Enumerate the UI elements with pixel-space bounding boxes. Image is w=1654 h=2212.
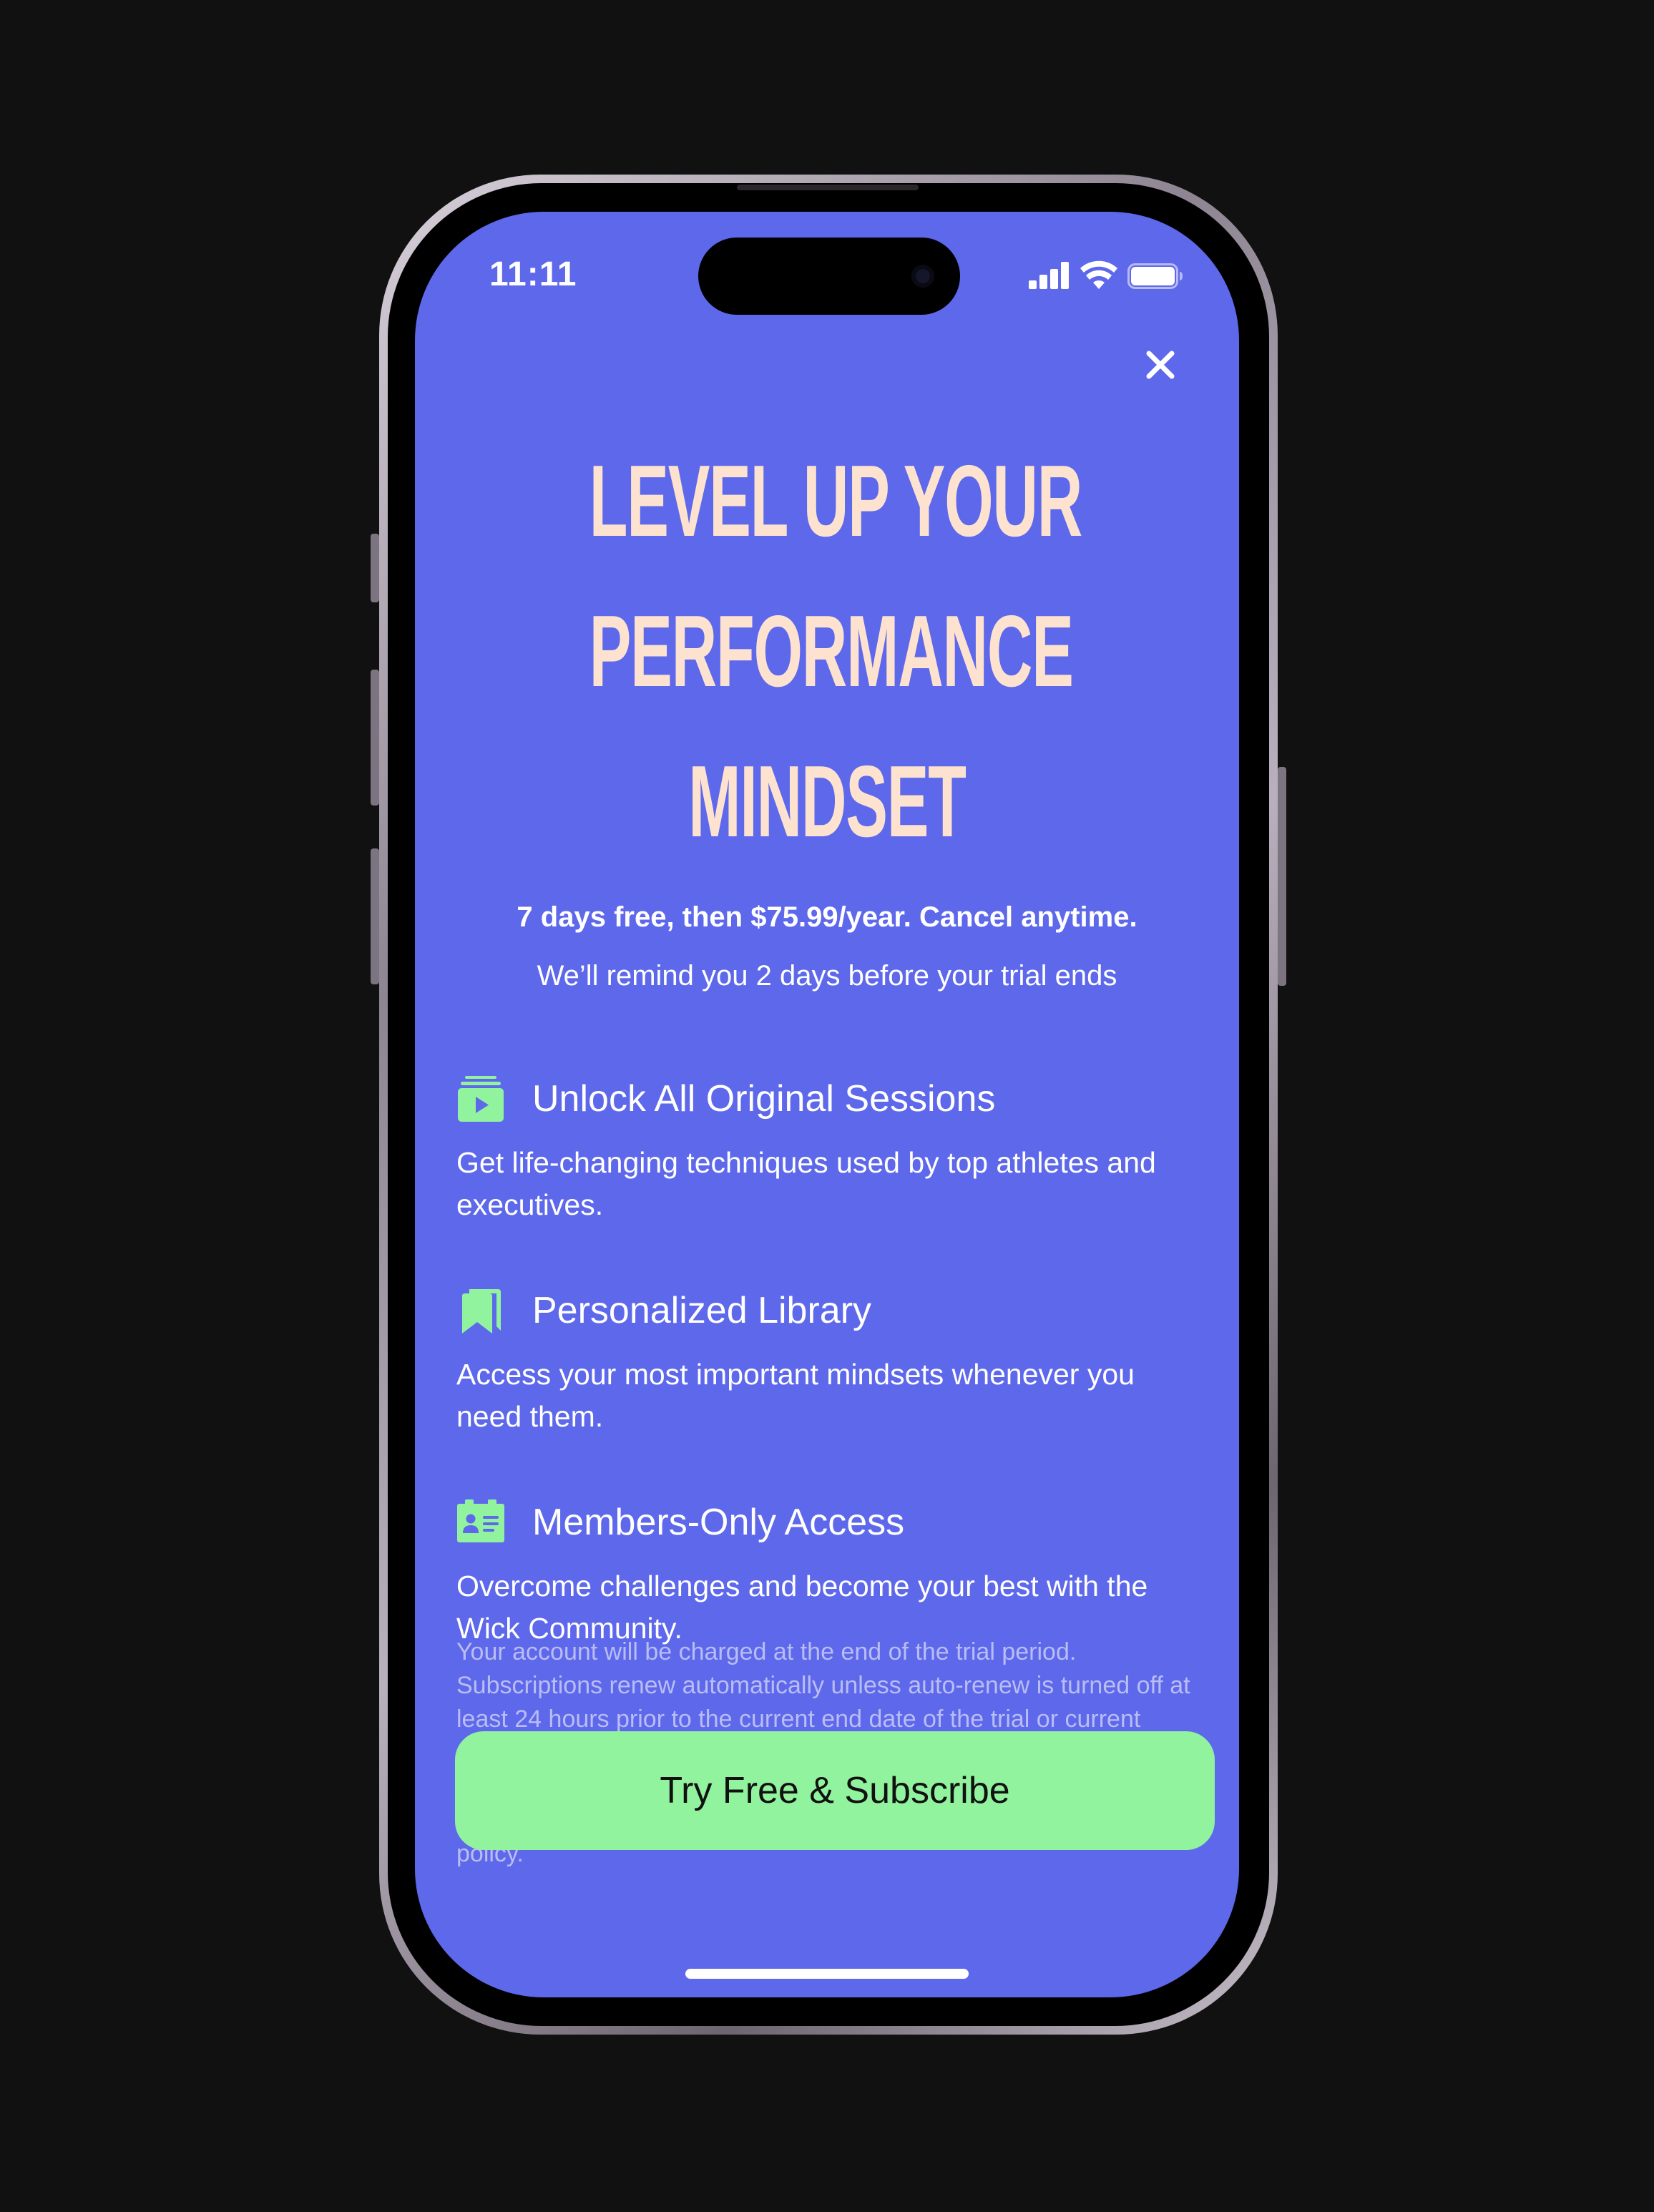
front-camera [911,265,934,288]
feature-description: Get life-changing techniques used by top… [456,1146,1156,1221]
feature-title: Personalized Library [532,1290,872,1331]
volume-down-button [371,848,379,984]
play-stack-icon [458,1076,504,1122]
title-line-3: MINDSET [688,745,967,858]
feature-title: Unlock All Original Sessions [532,1078,996,1120]
feature-description: Access your most important mindsets when… [456,1358,1135,1433]
action-button [371,534,379,602]
home-indicator[interactable] [685,1969,969,1979]
title-line-2: PERFORMANCE [589,594,1074,708]
trial-reminder: We’ll remind you 2 days before your tria… [537,960,1117,992]
feature-title: Members-Only Access [532,1502,905,1543]
title-line-1: LEVEL UP YOUR [589,444,1083,558]
close-button[interactable] [1139,343,1182,386]
member-card-icon [457,1499,504,1542]
earpiece-speaker [737,185,919,190]
paywall-screen: 11:11 LEVEL UP YOUR PERFORMANCE MINDSET … [415,212,1239,1997]
power-button [1278,767,1286,986]
try-free-subscribe-button[interactable]: Try Free & Subscribe [455,1731,1215,1850]
wifi-icon [1080,260,1117,289]
cellular-signal-icon [1029,262,1070,289]
dynamic-island [698,238,960,315]
pricing-offer: 7 days free, then $75.99/year. Cancel an… [517,901,1137,933]
close-icon [1146,351,1175,379]
page-title: LEVEL UP YOUR PERFORMANCE MINDSET [444,426,1210,877]
bookmark-icon [462,1289,501,1333]
battery-icon [1127,263,1183,289]
status-time: 11:11 [489,255,577,293]
volume-up-button [371,670,379,806]
